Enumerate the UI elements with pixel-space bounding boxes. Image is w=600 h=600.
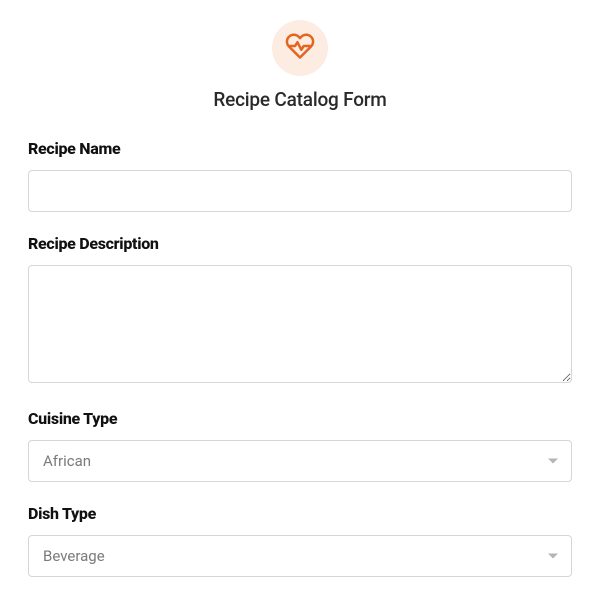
recipe-description-label: Recipe Description <box>28 234 572 253</box>
dish-type-select[interactable]: Beverage <box>28 535 572 577</box>
cuisine-type-selected-value: African <box>43 452 91 470</box>
heart-pulse-icon <box>285 31 315 65</box>
recipe-catalog-form: Recipe Catalog Form Recipe Name Recipe D… <box>0 0 600 577</box>
form-title: Recipe Catalog Form <box>213 88 386 111</box>
recipe-description-input[interactable] <box>28 265 572 383</box>
cuisine-type-select[interactable]: African <box>28 440 572 482</box>
field-recipe-name: Recipe Name <box>28 139 572 212</box>
form-header: Recipe Catalog Form <box>28 20 572 111</box>
field-recipe-description: Recipe Description <box>28 234 572 387</box>
field-cuisine-type: Cuisine Type African <box>28 409 572 482</box>
dish-type-selected-value: Beverage <box>43 547 105 565</box>
cuisine-type-select-wrap: African <box>28 440 572 482</box>
dish-type-label: Dish Type <box>28 504 572 523</box>
recipe-name-label: Recipe Name <box>28 139 572 158</box>
field-dish-type: Dish Type Beverage <box>28 504 572 577</box>
dish-type-select-wrap: Beverage <box>28 535 572 577</box>
header-icon-circle <box>272 20 328 76</box>
cuisine-type-label: Cuisine Type <box>28 409 572 428</box>
recipe-name-input[interactable] <box>28 170 572 212</box>
